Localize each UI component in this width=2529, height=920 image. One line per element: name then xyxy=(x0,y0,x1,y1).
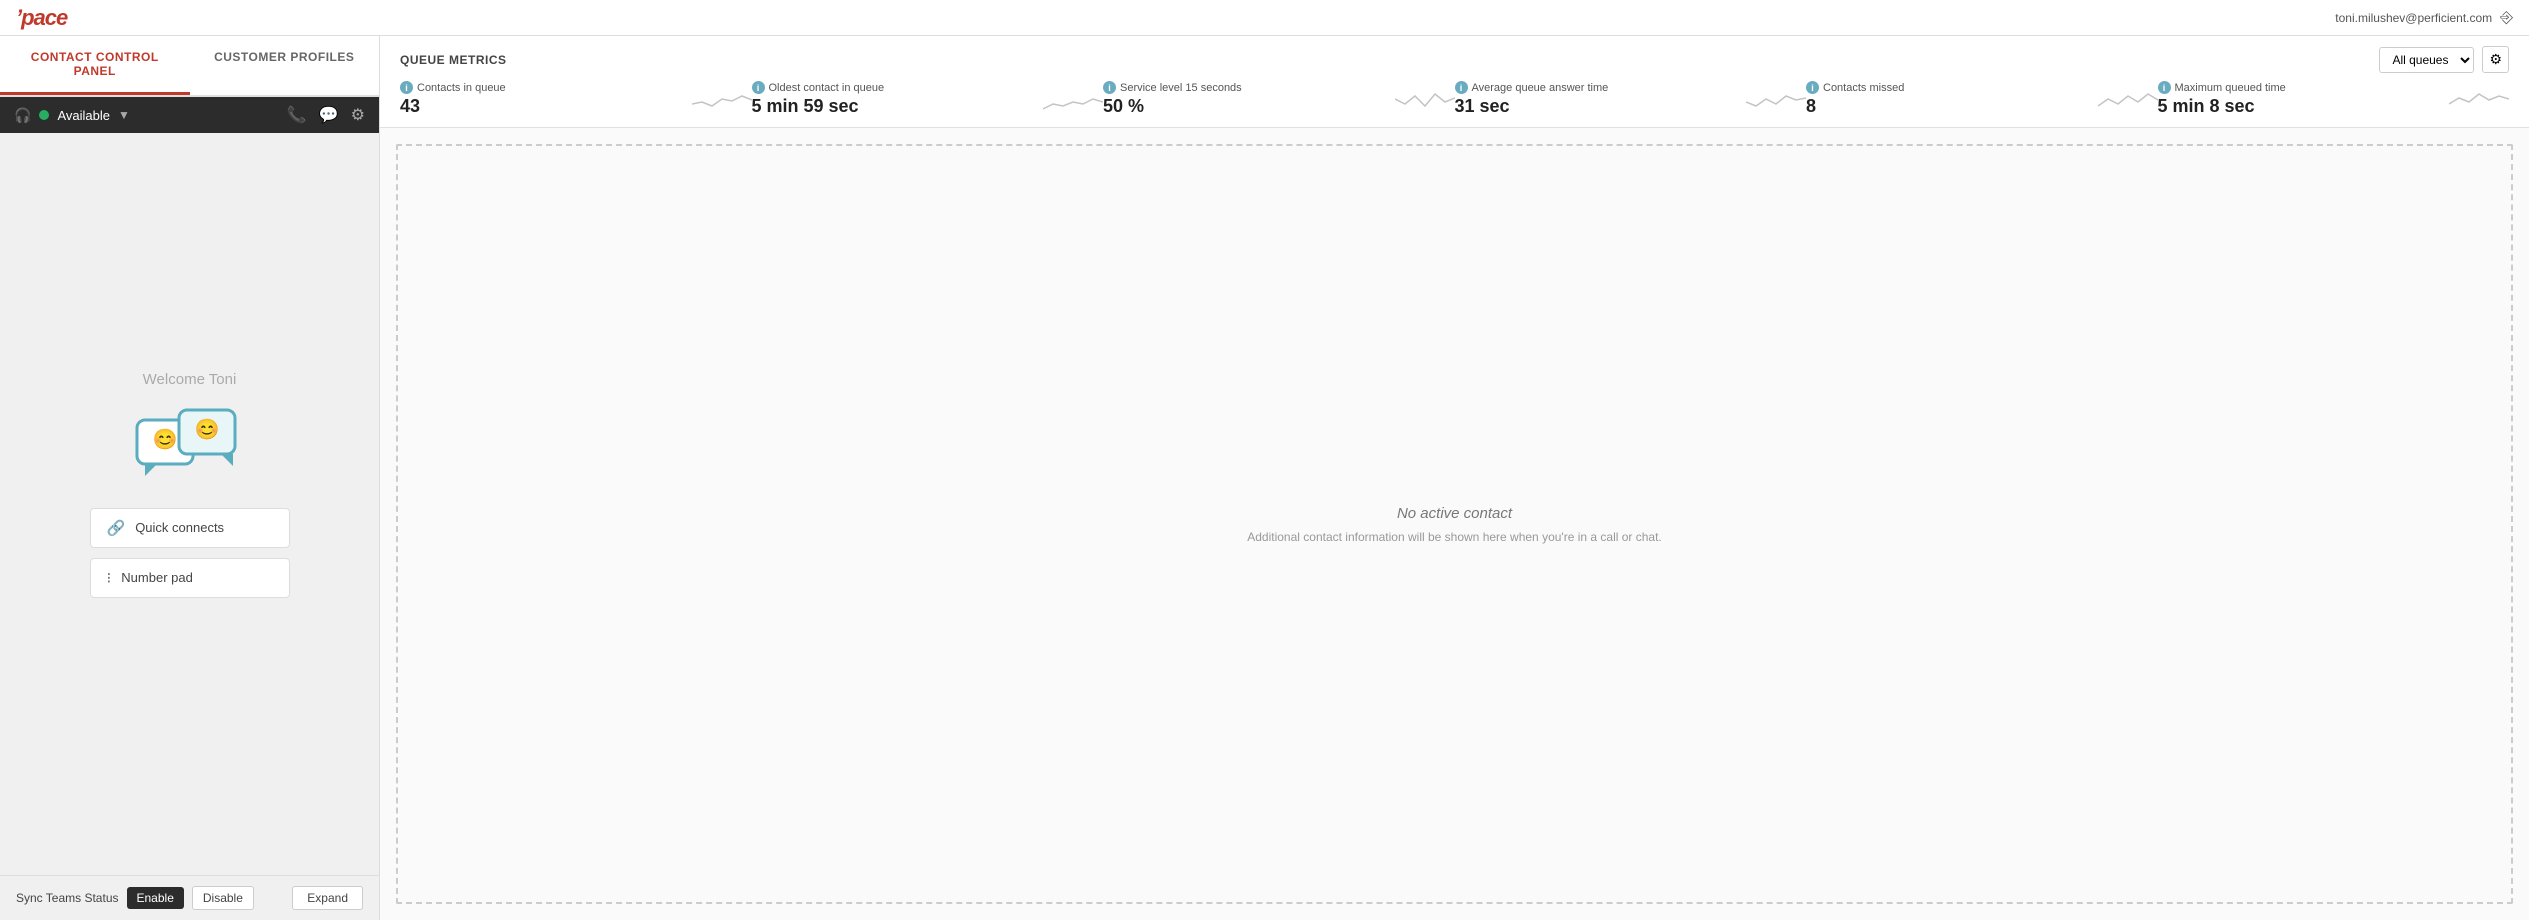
metric-label-avg-answer-time: i Average queue answer time xyxy=(1455,81,1797,94)
metric-label-contacts-in-queue: i Contacts in queue xyxy=(400,81,742,94)
quick-connects-button[interactable]: 🔗 Quick connects xyxy=(90,508,290,548)
panel-tabs: CONTACT CONTROL PANEL CUSTOMER PROFILES xyxy=(0,36,379,97)
metric-contacts-in-queue: i Contacts in queue 43 xyxy=(400,81,752,117)
action-buttons: 🔗 Quick connects ⁝ Number pad xyxy=(90,508,290,638)
sparkline-2 xyxy=(1043,81,1103,117)
bottom-bar: Sync Teams Status Enable Disable Expand xyxy=(0,875,379,920)
phone-icon[interactable]: 📞 xyxy=(287,105,307,125)
info-icon-1: i xyxy=(400,81,413,94)
metric-contacts-missed: i Contacts missed 8 xyxy=(1806,81,2158,117)
sparkline-3 xyxy=(1395,81,1455,117)
expand-button[interactable]: Expand xyxy=(292,886,363,910)
app-logo: ’pace xyxy=(16,5,67,31)
quick-connects-icon: 🔗 xyxy=(107,519,126,537)
disable-button[interactable]: Disable xyxy=(192,886,254,910)
metric-value-contacts-in-queue: 43 xyxy=(400,96,742,117)
status-label[interactable]: Available xyxy=(57,108,110,123)
sync-label: Sync Teams Status xyxy=(16,891,119,905)
main-layout: CONTACT CONTROL PANEL CUSTOMER PROFILES … xyxy=(0,36,2529,920)
sparkline-4 xyxy=(1746,81,1806,117)
number-pad-icon: ⁝ xyxy=(107,569,112,587)
right-panel: QUEUE METRICS All queues ⚙ i Contacts in… xyxy=(380,36,2529,920)
chat-illustration: 😊 😊 xyxy=(135,408,245,488)
tab-customer-profiles[interactable]: CUSTOMER PROFILES xyxy=(190,36,380,95)
user-info: toni.milushev@perficient.com ⎆ xyxy=(2335,9,2513,27)
number-pad-label: Number pad xyxy=(121,570,193,585)
settings-icon[interactable]: ⚙ xyxy=(351,105,365,125)
quick-connects-label: Quick connects xyxy=(135,520,224,535)
content-area: No active contact Additional contact inf… xyxy=(396,144,2513,904)
svg-text:😊: 😊 xyxy=(152,428,177,451)
sparkline-1 xyxy=(692,81,752,117)
status-left: 🎧 Available ▼ xyxy=(14,107,130,124)
no-contact-title: No active contact xyxy=(1397,505,1512,522)
queue-select[interactable]: All queues xyxy=(2379,47,2474,73)
tab-contact-control-panel[interactable]: CONTACT CONTROL PANEL xyxy=(0,36,190,95)
metric-value-oldest-contact: 5 min 59 sec xyxy=(752,96,1094,117)
queue-metrics: QUEUE METRICS All queues ⚙ i Contacts in… xyxy=(380,36,2529,128)
metric-label-service-level: i Service level 15 seconds xyxy=(1103,81,1445,94)
logout-icon[interactable]: ⎆ xyxy=(2500,9,2513,27)
left-panel: CONTACT CONTROL PANEL CUSTOMER PROFILES … xyxy=(0,36,380,920)
metric-oldest-contact: i Oldest contact in queue 5 min 59 sec xyxy=(752,81,1104,117)
metric-label-max-queued-time: i Maximum queued time xyxy=(2158,81,2500,94)
metrics-row: i Contacts in queue 43 i Oldest contact … xyxy=(400,81,2509,117)
metric-service-level: i Service level 15 seconds 50 % xyxy=(1103,81,1455,117)
info-icon-3: i xyxy=(1103,81,1116,94)
welcome-text: Welcome Toni xyxy=(143,371,237,388)
sparkline-6 xyxy=(2449,81,2509,117)
metric-value-avg-answer-time: 31 sec xyxy=(1455,96,1797,117)
info-icon-6: i xyxy=(2158,81,2171,94)
sparkline-5 xyxy=(2098,81,2158,117)
metric-label-oldest-contact: i Oldest contact in queue xyxy=(752,81,1094,94)
chat-bubble-2: 😊 xyxy=(177,408,242,469)
metric-avg-answer-time: i Average queue answer time 31 sec xyxy=(1455,81,1807,117)
metric-value-contacts-missed: 8 xyxy=(1806,96,2148,117)
status-icons: 📞 💬 ⚙ xyxy=(287,105,365,125)
status-bar: 🎧 Available ▼ 📞 💬 ⚙ xyxy=(0,97,379,133)
number-pad-button[interactable]: ⁝ Number pad xyxy=(90,558,290,598)
bottom-left: Sync Teams Status Enable Disable xyxy=(16,886,254,910)
queue-settings-button[interactable]: ⚙ xyxy=(2482,46,2509,73)
status-dot xyxy=(39,110,49,120)
queue-metrics-header: QUEUE METRICS All queues ⚙ xyxy=(400,46,2509,73)
no-contact-subtitle: Additional contact information will be s… xyxy=(1247,530,1662,544)
chat-icon[interactable]: 💬 xyxy=(319,105,339,125)
queue-filter: All queues ⚙ xyxy=(2379,46,2509,73)
enable-button[interactable]: Enable xyxy=(127,887,184,909)
top-bar: ’pace toni.milushev@perficient.com ⎆ xyxy=(0,0,2529,36)
metric-value-max-queued-time: 5 min 8 sec xyxy=(2158,96,2500,117)
user-email: toni.milushev@perficient.com xyxy=(2335,11,2492,25)
info-icon-4: i xyxy=(1455,81,1468,94)
welcome-area: Welcome Toni 😊 😊 xyxy=(0,133,379,875)
headset-icon: 🎧 xyxy=(14,107,31,124)
info-icon-2: i xyxy=(752,81,765,94)
metric-label-contacts-missed: i Contacts missed xyxy=(1806,81,2148,94)
metric-max-queued-time: i Maximum queued time 5 min 8 sec xyxy=(2158,81,2510,117)
chevron-down-icon[interactable]: ▼ xyxy=(118,108,130,122)
queue-metrics-title: QUEUE METRICS xyxy=(400,53,507,67)
svg-text:😊: 😊 xyxy=(194,418,219,441)
info-icon-5: i xyxy=(1806,81,1819,94)
metric-value-service-level: 50 % xyxy=(1103,96,1445,117)
